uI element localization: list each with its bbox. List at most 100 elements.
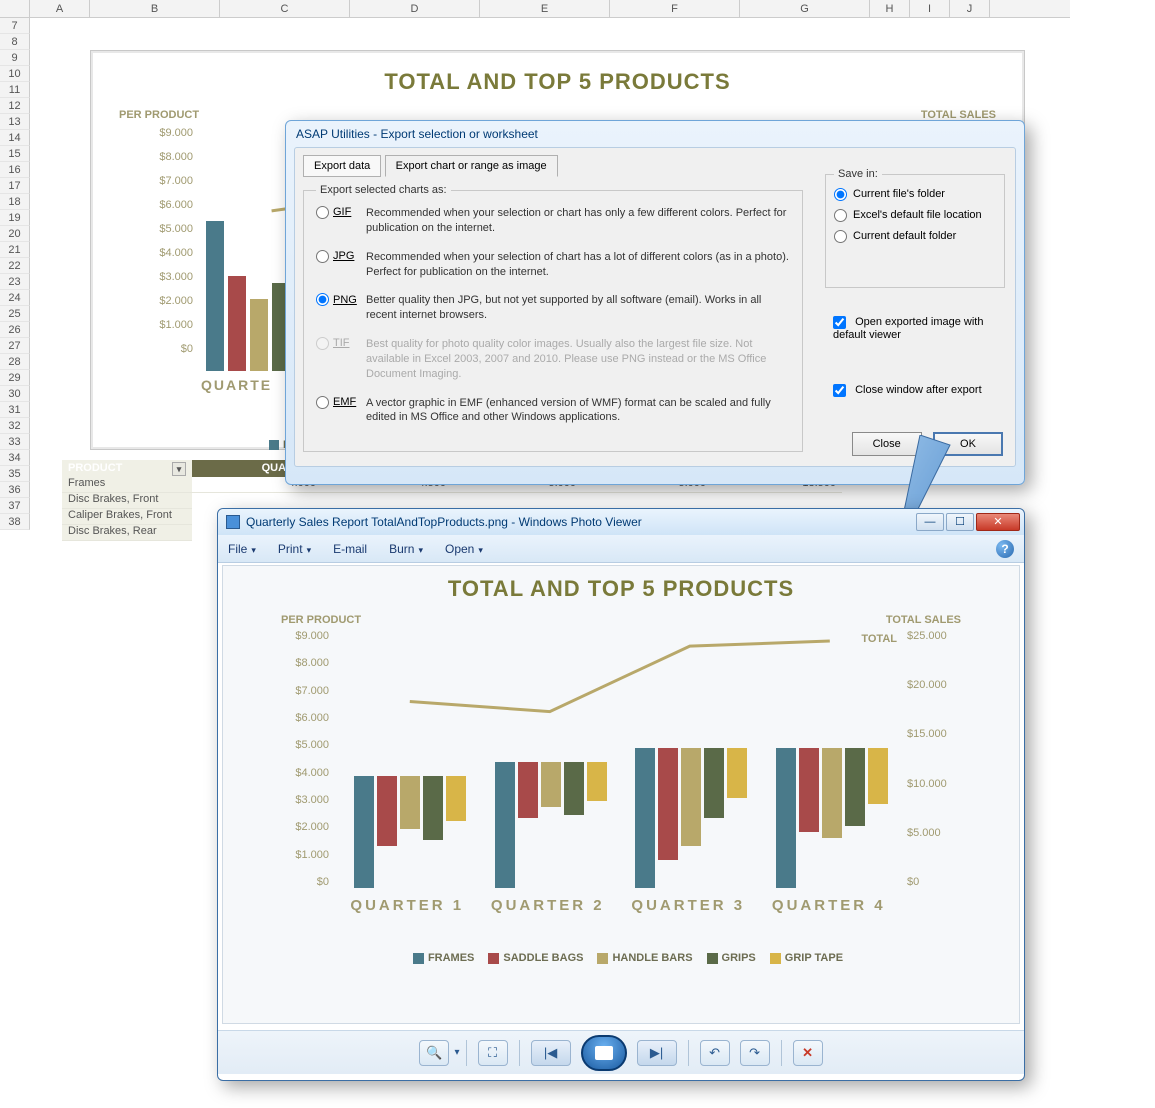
bar-handle-bars <box>541 762 561 807</box>
row-header-10[interactable]: 10 <box>0 66 30 82</box>
row-header-14[interactable]: 14 <box>0 130 30 146</box>
savein-option-2[interactable]: Current default folder <box>834 230 996 243</box>
col-header-F[interactable]: F <box>610 0 740 17</box>
col-header-I[interactable]: I <box>910 0 950 17</box>
row-header-20[interactable]: 20 <box>0 226 30 242</box>
row-header-27[interactable]: 27 <box>0 338 30 354</box>
legend-item: SADDLE BAGS <box>503 952 583 964</box>
prev-icon[interactable]: |◀ <box>531 1040 571 1066</box>
checkbox-open-viewer[interactable]: Open exported image with default viewer <box>833 316 1003 341</box>
rotate-ccw-icon[interactable]: ↶ <box>700 1040 730 1066</box>
row-header-18[interactable]: 18 <box>0 194 30 210</box>
menu-file[interactable]: File <box>228 542 256 556</box>
col-header-C[interactable]: C <box>220 0 350 17</box>
row-header-25[interactable]: 25 <box>0 306 30 322</box>
maximize-button[interactable]: ☐ <box>946 513 974 531</box>
row-header-17[interactable]: 17 <box>0 178 30 194</box>
savein-radio-1[interactable] <box>834 209 847 222</box>
row-header-22[interactable]: 22 <box>0 258 30 274</box>
savein-radio-2[interactable] <box>834 230 847 243</box>
row-header-36[interactable]: 36 <box>0 482 30 498</box>
bar-frames <box>495 762 515 888</box>
row-header-16[interactable]: 16 <box>0 162 30 178</box>
row-header-34[interactable]: 34 <box>0 450 30 466</box>
row-header-38[interactable]: 38 <box>0 514 30 530</box>
bar-grip-tape <box>587 762 607 801</box>
row-header-26[interactable]: 26 <box>0 322 30 338</box>
chart-legend: FRAMESSADDLE BAGSHANDLE BARSGRIPSGRIP TA… <box>241 952 1001 964</box>
row-header-28[interactable]: 28 <box>0 354 30 370</box>
savein-option-0[interactable]: Current file's folder <box>834 188 996 201</box>
row-header-32[interactable]: 32 <box>0 418 30 434</box>
row-header-37[interactable]: 37 <box>0 498 30 514</box>
bars-region: TOTAL <box>337 636 899 888</box>
row-header-35[interactable]: 35 <box>0 466 30 482</box>
row-header-30[interactable]: 30 <box>0 386 30 402</box>
row-header-9[interactable]: 9 <box>0 50 30 66</box>
savein-radio-0[interactable] <box>834 188 847 201</box>
row-header-21[interactable]: 21 <box>0 242 30 258</box>
row-header-29[interactable]: 29 <box>0 370 30 386</box>
slideshow-icon[interactable] <box>581 1035 627 1071</box>
checkbox-close-after-input[interactable] <box>833 384 846 397</box>
save-in-label: Save in: <box>834 168 882 180</box>
save-in-group: Save in: Current file's folder Excel's de… <box>825 168 1005 288</box>
row-header-7[interactable]: 7 <box>0 18 30 34</box>
row-header-24[interactable]: 24 <box>0 290 30 306</box>
radio-png[interactable] <box>316 293 329 306</box>
col-header-B[interactable]: B <box>90 0 220 17</box>
tab-export-data[interactable]: Export data <box>303 155 381 177</box>
legend-item: GRIP TAPE <box>785 952 843 964</box>
y-axis-right: $25.000$20.000$15.000$10.000$5.000$0 <box>907 630 963 888</box>
y-axis-left: $9.000$8.000$7.000$6.000$5.000$4.000$3.0… <box>279 630 329 888</box>
next-icon[interactable]: ▶| <box>637 1040 677 1066</box>
checkbox-close-after[interactable]: Close window after export <box>833 384 1003 397</box>
col-header-E[interactable]: E <box>480 0 610 17</box>
format-option-jpg[interactable]: JPGRecommended when your selection of ch… <box>316 250 790 280</box>
col-header-H[interactable]: H <box>870 0 910 17</box>
col-header-G[interactable]: G <box>740 0 870 17</box>
legend-item: FRAMES <box>428 952 474 964</box>
row-header-31[interactable]: 31 <box>0 402 30 418</box>
header-product[interactable]: PRODUCT▾ <box>62 460 192 477</box>
delete-icon[interactable]: ✕ <box>793 1040 823 1066</box>
col-header-D[interactable]: D <box>350 0 480 17</box>
checkbox-open-viewer-input[interactable] <box>833 316 846 329</box>
col-header-J[interactable]: J <box>950 0 990 17</box>
viewer-titlebar[interactable]: Quarterly Sales Report TotalAndTopProduc… <box>218 509 1024 535</box>
format-option-emf[interactable]: EMFA vector graphic in EMF (enhanced ver… <box>316 396 790 426</box>
bar-handle-bars <box>681 748 701 846</box>
close-window-button[interactable]: ✕ <box>976 513 1020 531</box>
row-header-8[interactable]: 8 <box>0 34 30 50</box>
col-header-A[interactable]: A <box>30 0 90 17</box>
filter-dropdown-icon[interactable]: ▾ <box>172 462 186 476</box>
help-icon[interactable]: ? <box>996 540 1014 558</box>
menu-email[interactable]: E-mail <box>333 542 367 556</box>
format-option-gif[interactable]: GIFRecommended when your selection or ch… <box>316 206 790 236</box>
radio-emf[interactable] <box>316 396 329 409</box>
row-header-11[interactable]: 11 <box>0 82 30 98</box>
row-header-15[interactable]: 15 <box>0 146 30 162</box>
minimize-button[interactable]: — <box>916 513 944 531</box>
menu-burn[interactable]: Burn <box>389 542 423 556</box>
row-header-12[interactable]: 12 <box>0 98 30 114</box>
row-header-23[interactable]: 23 <box>0 274 30 290</box>
radio-jpg[interactable] <box>316 250 329 263</box>
row-header-33[interactable]: 33 <box>0 434 30 450</box>
tab-export-image[interactable]: Export chart or range as image <box>385 155 558 177</box>
format-option-png[interactable]: PNGBetter quality then JPG, but not yet … <box>316 293 790 323</box>
row-header-19[interactable]: 19 <box>0 210 30 226</box>
menu-open[interactable]: Open <box>445 542 483 556</box>
y-axis-ticks-left: $9.000$8.000$7.000$6.000$5.000$4.000$3.0… <box>131 127 193 367</box>
chart-title: TOTAL AND TOP 5 PRODUCTS <box>91 69 1024 95</box>
dialog-title: ASAP Utilities - Export selection or wor… <box>286 121 1024 147</box>
radio-gif[interactable] <box>316 206 329 219</box>
axis-label-per-product: PER PRODUCT <box>281 614 361 626</box>
row-header-13[interactable]: 13 <box>0 114 30 130</box>
rotate-cw-icon[interactable]: ↷ <box>740 1040 770 1066</box>
fit-icon[interactable]: ⛶ <box>478 1040 508 1066</box>
zoom-out-icon[interactable]: 🔍 <box>419 1040 449 1066</box>
menu-print[interactable]: Print <box>278 542 311 556</box>
bar-grips <box>423 776 443 840</box>
savein-option-1[interactable]: Excel's default file location <box>834 209 996 222</box>
